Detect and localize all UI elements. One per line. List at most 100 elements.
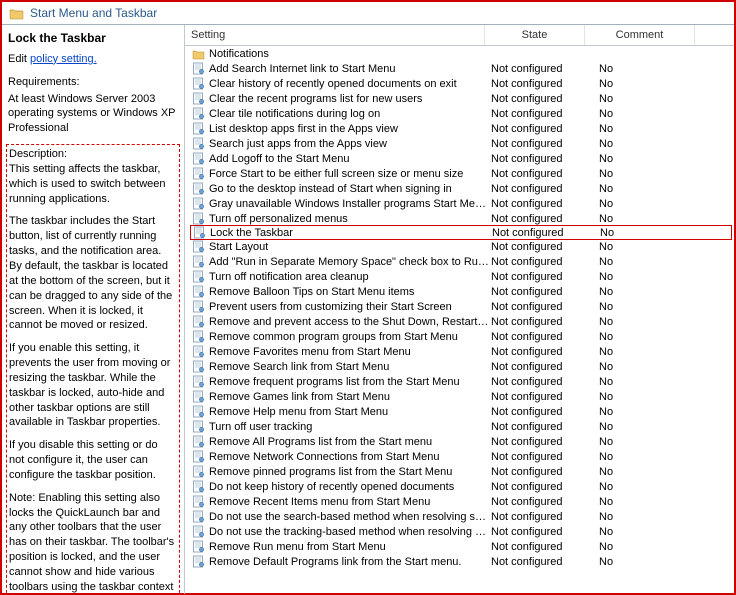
description-box: Description: This setting affects the ta…: [6, 144, 180, 594]
policy-row[interactable]: Remove Default Programs link from the St…: [185, 554, 734, 569]
policy-row[interactable]: Remove common program groups from Start …: [185, 329, 734, 344]
cell-setting: Clear history of recently opened documen…: [191, 77, 491, 91]
policy-row-selected[interactable]: Lock the TaskbarNot configuredNo: [190, 225, 732, 240]
cell-comment: No: [591, 123, 701, 135]
cell-setting: Lock the Taskbar: [192, 226, 492, 240]
policy-row[interactable]: Turn off user trackingNot configuredNo: [185, 419, 734, 434]
policy-icon: [191, 107, 205, 121]
cell-state: Not configured: [491, 421, 591, 433]
policy-row[interactable]: Add Logoff to the Start MenuNot configur…: [185, 151, 734, 166]
policy-row[interactable]: Remove Balloon Tips on Start Menu items N…: [185, 284, 734, 299]
policy-row[interactable]: Search just apps from the Apps viewNot c…: [185, 136, 734, 151]
cell-setting: Remove Favorites menu from Start Menu: [191, 345, 491, 359]
cell-state: Not configured: [491, 406, 591, 418]
cell-state: Not configured: [492, 227, 592, 239]
policy-row[interactable]: Turn off personalized menusNot configure…: [185, 211, 734, 226]
policy-row[interactable]: Clear the recent programs list for new u…: [185, 91, 734, 106]
description-p5: Note: Enabling this setting also locks t…: [9, 491, 175, 594]
cell-setting: Remove frequent programs list from the S…: [191, 375, 491, 389]
cell-comment: No: [591, 496, 701, 508]
policy-row[interactable]: Go to the desktop instead of Start when …: [185, 181, 734, 196]
policy-row[interactable]: Gray unavailable Windows Installer progr…: [185, 196, 734, 211]
policy-row[interactable]: Add "Run in Separate Memory Space" check…: [185, 254, 734, 269]
cell-setting: Remove Balloon Tips on Start Menu items: [191, 285, 491, 299]
row-label: Remove common program groups from Start …: [209, 331, 458, 343]
row-label: Go to the desktop instead of Start when …: [209, 183, 452, 195]
policy-row[interactable]: Clear tile notifications during log on No…: [185, 106, 734, 121]
policy-row[interactable]: Force Start to be either full screen siz…: [185, 166, 734, 181]
description-p3: If you enable this setting, it prevents …: [9, 341, 175, 430]
row-label: Lock the Taskbar: [210, 227, 293, 239]
policy-row[interactable]: Notifications: [185, 46, 734, 61]
policy-row[interactable]: Remove Recent Items menu from Start Menu…: [185, 494, 734, 509]
policy-icon: [191, 435, 205, 449]
row-label: Turn off personalized menus: [209, 213, 348, 225]
policy-icon: [191, 92, 205, 106]
col-header-setting[interactable]: Setting: [185, 25, 485, 45]
policy-row[interactable]: Remove Help menu from Start MenuNot conf…: [185, 404, 734, 419]
col-header-comment[interactable]: Comment: [585, 25, 695, 45]
policy-icon: [191, 197, 205, 211]
row-label: Remove frequent programs list from the S…: [209, 376, 460, 388]
policy-row[interactable]: Remove All Programs list from the Start …: [185, 434, 734, 449]
policy-row[interactable]: Remove Network Connections from Start Me…: [185, 449, 734, 464]
policy-row[interactable]: Start LayoutNot configuredNo: [185, 239, 734, 254]
cell-comment: No: [591, 301, 701, 313]
policy-icon: [191, 345, 205, 359]
policy-row[interactable]: Remove and prevent access to the Shut Do…: [185, 314, 734, 329]
cell-setting: List desktop apps first in the Apps view: [191, 122, 491, 136]
policy-row[interactable]: Do not use the search-based method when …: [185, 509, 734, 524]
policy-icon: [191, 465, 205, 479]
policy-icon: [191, 555, 205, 569]
policy-row[interactable]: Clear history of recently opened documen…: [185, 76, 734, 91]
cell-comment: No: [591, 541, 701, 553]
selected-policy-title: Lock the Taskbar: [8, 31, 176, 46]
policy-row[interactable]: Remove Favorites menu from Start MenuNot…: [185, 344, 734, 359]
policy-row[interactable]: Remove Run menu from Start MenuNot confi…: [185, 539, 734, 554]
row-label: Clear tile notifications during log on: [209, 108, 380, 120]
requirements-label: Requirements:: [8, 75, 176, 90]
cell-setting: Do not use the search-based method when …: [191, 510, 491, 524]
row-label: List desktop apps first in the Apps view: [209, 123, 398, 135]
policy-icon: [191, 285, 205, 299]
edit-policy-link[interactable]: policy setting.: [30, 53, 97, 65]
policy-row[interactable]: Turn off notification area cleanupNot co…: [185, 269, 734, 284]
policy-row[interactable]: Do not use the tracking-based method whe…: [185, 524, 734, 539]
cell-state: Not configured: [491, 481, 591, 493]
cell-setting: Remove Help menu from Start Menu: [191, 405, 491, 419]
col-header-state[interactable]: State: [485, 25, 585, 45]
policy-row[interactable]: Add Search Internet link to Start MenuNo…: [185, 61, 734, 76]
cell-comment: No: [591, 316, 701, 328]
policy-row[interactable]: Remove frequent programs list from the S…: [185, 374, 734, 389]
row-label: Add "Run in Separate Memory Space" check…: [209, 256, 491, 268]
column-headers: Setting State Comment: [185, 25, 734, 46]
cell-setting: Force Start to be either full screen siz…: [191, 167, 491, 181]
cell-comment: No: [591, 108, 701, 120]
row-label: Notifications: [209, 48, 269, 60]
cell-state: Not configured: [491, 466, 591, 478]
policy-row[interactable]: Remove Games link from Start MenuNot con…: [185, 389, 734, 404]
policy-row[interactable]: Prevent users from customizing their Sta…: [185, 299, 734, 314]
description-label: Description:: [9, 147, 175, 162]
cell-comment: No: [591, 451, 701, 463]
cell-comment: No: [591, 526, 701, 538]
cell-state: Not configured: [491, 331, 591, 343]
policy-row[interactable]: Do not keep history of recently opened d…: [185, 479, 734, 494]
policy-row[interactable]: List desktop apps first in the Apps view…: [185, 121, 734, 136]
row-label: Remove Search link from Start Menu: [209, 361, 389, 373]
cell-setting: Start Layout: [191, 240, 491, 254]
policy-icon: [191, 450, 205, 464]
right-pane[interactable]: Setting State Comment NotificationsAdd S…: [185, 25, 734, 594]
cell-comment: No: [591, 286, 701, 298]
edit-line: Edit policy setting.: [8, 52, 176, 67]
cell-comment: No: [591, 198, 701, 210]
policy-row[interactable]: Remove Search link from Start MenuNot co…: [185, 359, 734, 374]
policy-icon: [191, 525, 205, 539]
cell-comment: No: [591, 153, 701, 165]
cell-comment: No: [591, 168, 701, 180]
policy-row[interactable]: Remove pinned programs list from the Sta…: [185, 464, 734, 479]
cell-state: Not configured: [491, 451, 591, 463]
cell-comment: No: [591, 466, 701, 478]
row-label: Remove Default Programs link from the St…: [209, 556, 461, 568]
cell-comment: No: [591, 256, 701, 268]
